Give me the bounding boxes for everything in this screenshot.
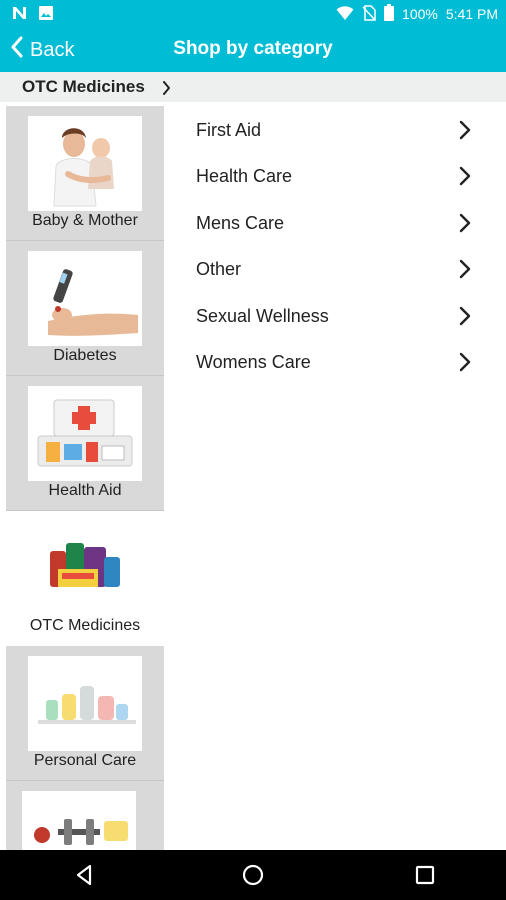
- category-diabetes[interactable]: Diabetes: [6, 241, 164, 376]
- category-personal-care[interactable]: Personal Care: [6, 646, 164, 781]
- category-label: Health Aid: [48, 482, 122, 499]
- breadcrumb-label: OTC Medicines: [22, 77, 145, 96]
- subcategory-label: Womens Care: [196, 351, 311, 372]
- n-notification-icon: [12, 6, 28, 25]
- subcategory-first-aid[interactable]: First Aid: [196, 108, 481, 154]
- personal-care-image: [28, 656, 142, 751]
- chevron-right-icon: [162, 81, 171, 100]
- health-aid-image: [28, 386, 142, 481]
- page-title: Shop by category: [173, 38, 333, 59]
- system-nav-bar: [0, 850, 506, 900]
- category-health-aid[interactable]: Health Aid: [6, 376, 164, 511]
- category-baby-mother[interactable]: Baby & Mother: [6, 106, 164, 241]
- category-label: Baby & Mother: [32, 212, 138, 229]
- category-sidebar[interactable]: Baby & Mother Diabetes Health Aid OTC Me…: [6, 106, 164, 850]
- subcategory-womens-care[interactable]: Womens Care: [196, 340, 481, 386]
- chevron-right-icon: [459, 166, 471, 191]
- subcategory-other[interactable]: Other: [196, 247, 481, 293]
- status-bar: 100% 5:41 PM: [0, 0, 506, 28]
- subcategory-label: Sexual Wellness: [196, 305, 329, 326]
- subcategory-mens-care[interactable]: Mens Care: [196, 201, 481, 247]
- diabetes-image: [28, 251, 142, 346]
- subcategory-sexual-wellness[interactable]: Sexual Wellness: [196, 294, 481, 340]
- chevron-right-icon: [459, 352, 471, 377]
- app-toolbar: Back Shop by category: [0, 28, 506, 72]
- back-triangle-icon[interactable]: [72, 862, 98, 888]
- home-circle-icon[interactable]: [240, 862, 266, 888]
- subcategory-label: Other: [196, 259, 242, 280]
- clock: 5:41 PM: [445, 6, 498, 22]
- chevron-right-icon: [459, 213, 471, 238]
- subcategory-label: Mens Care: [196, 212, 285, 233]
- battery-icon: [384, 4, 395, 24]
- wifi-icon: [336, 5, 354, 24]
- recents-square-icon[interactable]: [412, 862, 438, 888]
- chevron-right-icon: [459, 306, 471, 331]
- subcategory-label: First Aid: [196, 120, 262, 140]
- fitness-image: [22, 791, 136, 850]
- image-notification-icon: [38, 5, 54, 26]
- category-label: Personal Care: [33, 752, 137, 769]
- no-sim-icon: [362, 4, 376, 24]
- category-fitness[interactable]: [6, 781, 164, 850]
- subcategory-health-care[interactable]: Health Care: [196, 154, 481, 200]
- baby-mother-image: [28, 116, 142, 211]
- chevron-right-icon: [459, 259, 471, 284]
- breadcrumb[interactable]: OTC Medicines: [0, 72, 506, 102]
- battery-percent: 100%: [402, 6, 438, 22]
- category-otc-medicines[interactable]: OTC Medicines: [6, 511, 164, 646]
- otc-medicines-image: [28, 521, 142, 616]
- subcategory-label: Health Care: [196, 166, 293, 187]
- category-label: Diabetes: [53, 347, 117, 364]
- subcategory-list: First Aid Health Care Mens Care Other Se…: [196, 108, 481, 386]
- chevron-right-icon: [459, 120, 471, 145]
- category-label: OTC Medicines: [29, 617, 141, 634]
